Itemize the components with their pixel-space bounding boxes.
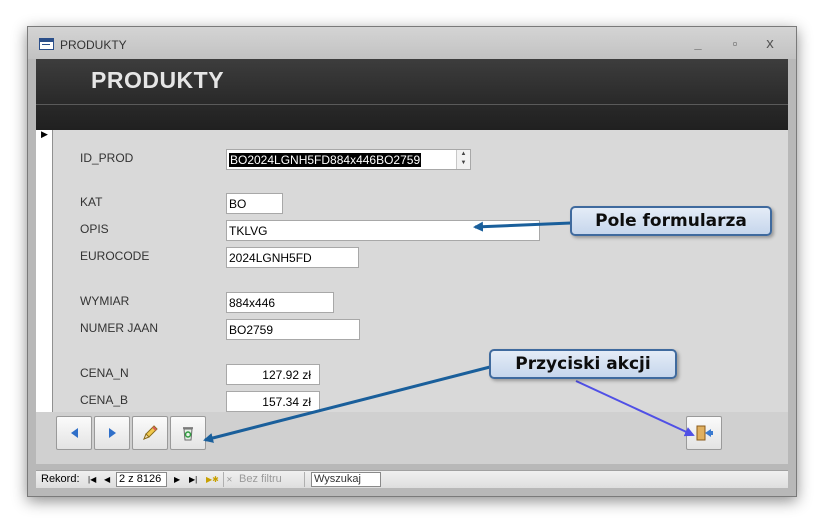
actions-callout-arrow-right: [575, 380, 695, 437]
callout-actions: Przyciski akcji: [489, 349, 677, 379]
actions-callout-arrow-left: [203, 365, 491, 443]
screenshot-stage: PRODUKTY _ ▫ x PRODUKTY ▶ ID_PROD BO2024…: [0, 0, 823, 524]
callout-field: Pole formularza: [570, 206, 772, 236]
field-callout-arrow: [473, 221, 572, 232]
annotation-arrows: [203, 221, 695, 443]
